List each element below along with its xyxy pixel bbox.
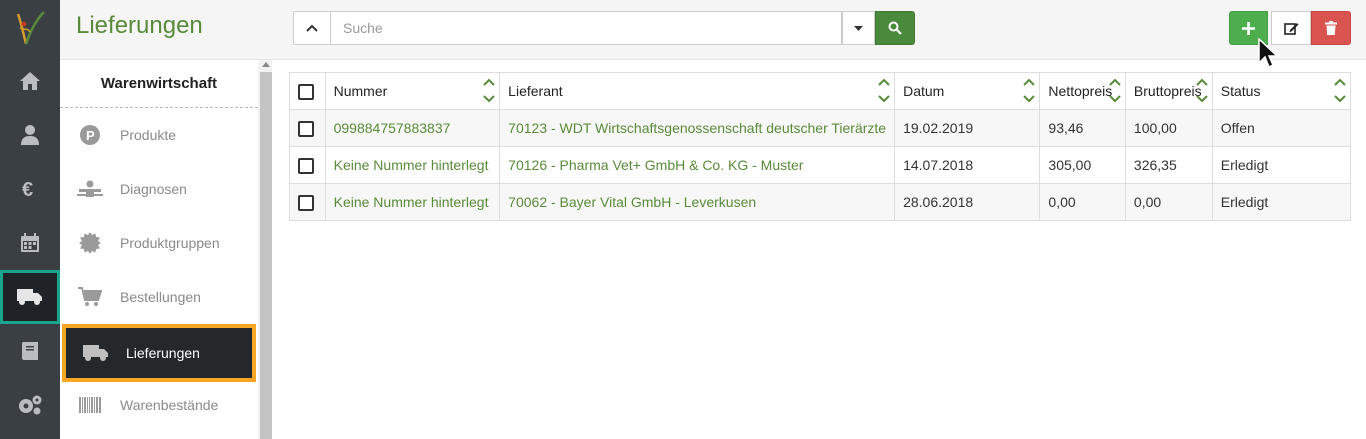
rail-calendar[interactable] bbox=[0, 216, 60, 270]
row-select-cell bbox=[289, 146, 326, 184]
cart-icon bbox=[60, 287, 120, 307]
diagnosis-icon bbox=[60, 180, 120, 198]
sidebar-item-bestellungen[interactable]: Bestellungen bbox=[60, 270, 258, 324]
cell-nummer[interactable]: Keine Nummer hinterlegt bbox=[324, 146, 501, 184]
cell-bruttopreis: 100,00 bbox=[1124, 109, 1213, 147]
truck-icon bbox=[17, 289, 42, 305]
sidebar-item-label: Bestellungen bbox=[120, 289, 201, 305]
rail-settings[interactable] bbox=[0, 378, 60, 432]
rail-home[interactable] bbox=[0, 54, 60, 108]
euro-icon: € bbox=[22, 179, 33, 199]
cell-datum: 19.02.2019 bbox=[894, 109, 1041, 147]
column-header-nummer[interactable]: Nummer bbox=[324, 72, 501, 110]
main-nav-rail: € bbox=[0, 0, 60, 439]
sort-arrows-icon[interactable] bbox=[1334, 77, 1346, 105]
sort-arrows-icon[interactable] bbox=[483, 77, 495, 105]
top-header: Lieferungen bbox=[60, 0, 1366, 69]
caret-down-icon bbox=[854, 25, 863, 31]
cell-nettopreis: 0,00 bbox=[1039, 183, 1126, 221]
search-icon bbox=[888, 21, 902, 35]
cell-datum: 14.07.2018 bbox=[894, 146, 1041, 184]
sidebar-item-produktgruppen[interactable]: Produktgruppen bbox=[60, 216, 258, 270]
search-button[interactable] bbox=[875, 11, 915, 45]
row-select-cell bbox=[289, 183, 326, 221]
sidebar-item-warenbestaende[interactable]: Warenbestände bbox=[60, 378, 258, 432]
search-input[interactable] bbox=[331, 11, 842, 45]
sort-arrows-icon[interactable] bbox=[878, 77, 890, 105]
scroll-up-arrow-icon[interactable] bbox=[262, 62, 270, 67]
deliveries-table: Nummer Lieferant Datum Nettopreis Brutto… bbox=[289, 72, 1352, 221]
cell-nummer[interactable]: Keine Nummer hinterlegt bbox=[324, 183, 501, 221]
cell-nettopreis: 93,46 bbox=[1039, 109, 1126, 147]
trash-icon bbox=[1325, 21, 1337, 35]
sidebar-title: Warenwirtschaft bbox=[60, 60, 258, 108]
select-all-checkbox[interactable] bbox=[298, 83, 314, 100]
truck-icon bbox=[66, 344, 126, 362]
svg-text:P: P bbox=[86, 128, 95, 143]
column-header-bruttopreis[interactable]: Bruttopreis bbox=[1124, 72, 1213, 110]
plus-icon bbox=[1242, 21, 1255, 35]
calendar-icon bbox=[21, 233, 39, 252]
collapse-search-button[interactable] bbox=[293, 11, 331, 45]
sidebar-item-label: Warenbestände bbox=[120, 397, 219, 413]
cell-nummer[interactable]: 099884757883837 bbox=[324, 109, 501, 147]
cell-nettopreis: 305,00 bbox=[1039, 146, 1126, 184]
sidebar-item-label: Produktgruppen bbox=[120, 235, 220, 251]
sort-arrows-icon[interactable] bbox=[1109, 77, 1121, 105]
sidebar-item-label: Diagnosen bbox=[120, 181, 187, 197]
cell-lieferant[interactable]: 70126 - Pharma Vet+ GmbH & Co. KG - Must… bbox=[499, 146, 896, 184]
home-icon bbox=[20, 72, 40, 90]
rail-patients[interactable] bbox=[0, 108, 60, 162]
cell-lieferant[interactable]: 70123 - WDT Wirtschaftsgenossenschaft de… bbox=[499, 109, 896, 147]
cell-bruttopreis: 326,35 bbox=[1124, 146, 1213, 184]
svg-text:€: € bbox=[22, 179, 33, 199]
book-icon bbox=[22, 342, 38, 360]
product-p-icon: P bbox=[60, 125, 120, 145]
table-row[interactable]: Keine Nummer hinterlegt 70126 - Pharma V… bbox=[289, 146, 1352, 184]
cell-status: Offen bbox=[1211, 109, 1352, 147]
gears-icon bbox=[19, 395, 42, 415]
sort-arrows-icon[interactable] bbox=[1023, 77, 1036, 105]
search-options-dropdown[interactable] bbox=[842, 11, 875, 45]
delete-button[interactable] bbox=[1311, 11, 1351, 45]
column-header-nettopreis[interactable]: Nettopreis bbox=[1039, 72, 1126, 110]
module-sidebar: Warenwirtschaft P Produkte Diagnosen Pro… bbox=[60, 60, 258, 439]
chevron-up-icon bbox=[306, 24, 318, 32]
sidebar-scrollbar-thumb[interactable] bbox=[260, 72, 272, 439]
sidebar-item-label: Lieferungen bbox=[126, 345, 200, 361]
sidebar-item-diagnosen[interactable]: Diagnosen bbox=[60, 162, 258, 216]
mouse-cursor-icon bbox=[1258, 37, 1279, 75]
table-row[interactable]: 099884757883837 70123 - WDT Wirtschaftsg… bbox=[289, 109, 1352, 147]
user-medical-icon bbox=[21, 125, 39, 145]
page-title: Lieferungen bbox=[76, 12, 203, 39]
table-header-row: Nummer Lieferant Datum Nettopreis Brutto… bbox=[289, 72, 1352, 110]
rail-finance[interactable]: € bbox=[0, 162, 60, 216]
column-header-status[interactable]: Status bbox=[1211, 72, 1352, 110]
table-row[interactable]: Keine Nummer hinterlegt 70062 - Bayer Vi… bbox=[289, 183, 1352, 221]
sidebar-item-label: Produkte bbox=[120, 127, 177, 143]
select-all-cell bbox=[289, 72, 326, 110]
sidebar-item-lieferungen[interactable]: Lieferungen bbox=[62, 324, 256, 382]
barcode-icon bbox=[60, 397, 120, 413]
edit-icon bbox=[1283, 23, 1298, 35]
sidebar-item-produkte[interactable]: P Produkte bbox=[60, 108, 258, 162]
cell-status: Erledigt bbox=[1211, 183, 1352, 221]
cell-lieferant[interactable]: 70062 - Bayer Vital GmbH - Leverkusen bbox=[499, 183, 896, 221]
app-logo[interactable] bbox=[10, 6, 50, 48]
rail-documents[interactable] bbox=[0, 324, 60, 378]
cog-badge-icon bbox=[60, 232, 120, 254]
rail-logistics[interactable] bbox=[0, 270, 60, 324]
cell-status: Erledigt bbox=[1211, 146, 1352, 184]
column-header-lieferant[interactable]: Lieferant bbox=[499, 72, 896, 110]
cell-bruttopreis: 0,00 bbox=[1124, 183, 1213, 221]
row-checkbox[interactable] bbox=[298, 157, 314, 174]
row-checkbox[interactable] bbox=[298, 120, 314, 137]
row-select-cell bbox=[289, 109, 326, 147]
sort-arrows-icon[interactable] bbox=[1196, 77, 1208, 105]
row-checkbox[interactable] bbox=[298, 194, 314, 211]
column-header-datum[interactable]: Datum bbox=[894, 72, 1041, 110]
cell-datum: 28.06.2018 bbox=[894, 183, 1041, 221]
